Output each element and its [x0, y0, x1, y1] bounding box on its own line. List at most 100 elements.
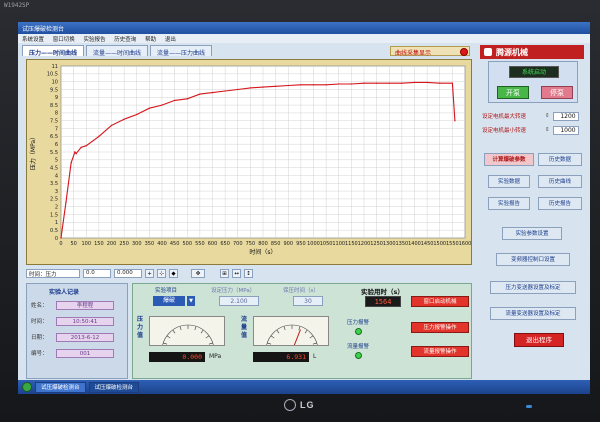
x-tick-label: 900 [283, 241, 293, 247]
taskbar-item-active[interactable]: 试压爆破检测台 [88, 381, 140, 393]
gauge-tick [166, 335, 171, 339]
experiment-report-button[interactable]: 实验报告 [488, 197, 530, 210]
y-tick-label: 1.5 [50, 212, 58, 218]
inverter-port-settings-button[interactable]: 变频器控制口设置 [496, 253, 570, 266]
gauge-tick [267, 342, 272, 345]
flow-transmitter-calibration-button[interactable]: 流量变送器设置及标定 [490, 307, 576, 320]
stepper-icon[interactable]: ⇕ [545, 113, 550, 119]
operator-record-panel: 实验人记录 姓名： 李程程 时间： 10:50:41 日期： 2013-6-12… [26, 283, 128, 379]
experiment-settings-button[interactable]: 实验参数设置 [502, 227, 562, 240]
cursor-channel-field[interactable]: 时间：压力 [26, 268, 80, 278]
flow-alarm-led [355, 352, 362, 359]
project-select[interactable]: 爆破 [153, 296, 185, 306]
pressure-readout: 0.000 [149, 352, 205, 362]
hold-time-input[interactable]: 30 [293, 296, 323, 306]
pressure-transmitter-calibration-button[interactable]: 压力变送器设置及标定 [490, 281, 576, 294]
exit-program-button[interactable]: 退出程序 [514, 333, 564, 347]
series-point [211, 91, 214, 94]
zoom-y-icon[interactable]: ↕ [244, 268, 253, 278]
monitor-frame: W1942SP 试压爆破检测台 系统设置 窗口切换 实验报告 历史查询 帮助 退… [0, 0, 600, 422]
flow-alarm-op-button[interactable]: 流量报警操作 [411, 346, 469, 357]
pressure-alarm-op-button[interactable]: 压力报警操作 [411, 322, 469, 333]
y-tick-label: 7.5 [50, 119, 58, 125]
gauge-tick [208, 342, 213, 345]
pressure-gauge: 压力值 0.000 MPa [137, 316, 237, 368]
record-title: 实验人记录 [49, 289, 80, 296]
zoom-x-icon[interactable]: ↔ [232, 268, 241, 278]
move-cursor-icon[interactable]: ⊹ [157, 268, 166, 278]
tab-flow-time[interactable]: 流量——时间曲线 [86, 45, 149, 57]
tab-flow-pressure[interactable]: 流量——压力曲线 [150, 45, 213, 57]
record-number-value: 001 [56, 348, 114, 358]
brand-logo-text: 腾源机械 [496, 47, 528, 57]
x-tick-label: 1350 [396, 241, 409, 247]
x-tick-label: 100 [81, 241, 91, 247]
y-tick-label: 10 [52, 79, 58, 85]
cursor-x-field[interactable]: 0.0 [83, 268, 111, 278]
start-machine-button[interactable]: 窗口启动机械 [411, 296, 469, 307]
min-speed-label: 设定电机最小转速 [482, 128, 527, 134]
elapsed-time-label: 实验用时（s） [361, 288, 404, 296]
taskbar-item[interactable]: 试压爆破检测台 [35, 381, 86, 393]
gauge-tick [200, 329, 204, 334]
pump-control: 系统启动 开泵 停泵 [488, 61, 578, 103]
stepper-icon[interactable]: ⇕ [545, 127, 550, 133]
y-tick-label: 3 [55, 189, 58, 195]
history-curve-button[interactable]: 历史曲线 [538, 175, 582, 188]
x-tick-label: 1200 [358, 241, 371, 247]
x-tick-label: 0 [59, 241, 62, 247]
x-tick-label: 250 [119, 241, 129, 247]
project-select-value: 爆破 [162, 297, 175, 304]
x-tick-label: 550 [195, 241, 205, 247]
history-data-button[interactable]: 历史数据 [538, 153, 582, 166]
history-report-button[interactable]: 历史报告 [538, 197, 582, 210]
series-point [65, 201, 67, 203]
pan-icon[interactable]: ✥ [191, 268, 205, 278]
start-menu-icon[interactable] [22, 382, 32, 392]
x-tick-label: 1300 [383, 241, 396, 247]
y-tick-label: 8 [55, 111, 58, 117]
x-tick-label: 1600 [459, 241, 472, 247]
pressure-time-chart: 0 50 100 150 200 250 300 350 400 450 500 550 600 650 7… [26, 59, 472, 265]
pressure-gauge-label: 压力值 [137, 316, 144, 339]
power-led [526, 405, 532, 408]
stop-pump-button[interactable]: 停泵 [541, 86, 573, 99]
cursor-lock-icon[interactable]: ◆ [169, 268, 178, 278]
x-tick-label: 1050 [320, 241, 333, 247]
cursor-y-field[interactable]: 0.000 [114, 268, 142, 278]
min-speed-input[interactable]: 1000 [552, 125, 579, 135]
series-point [451, 82, 454, 84]
series-point [350, 83, 353, 85]
set-pressure-input[interactable]: 2.100 [219, 296, 259, 306]
record-time-label: 时间： [31, 319, 48, 325]
curve-display-indicator: 曲线采集显示 [390, 46, 470, 57]
y-tick-label: 9.5 [50, 87, 58, 93]
record-time-value: 10:50:41 [56, 316, 114, 326]
series-point [363, 82, 365, 84]
y-tick-label: 10.5 [47, 72, 58, 78]
series-point [199, 93, 201, 95]
gauge-tick [205, 335, 210, 339]
gauge-tick [163, 342, 168, 345]
chevron-down-icon[interactable]: ▼ [187, 296, 195, 306]
series-point [287, 84, 289, 87]
series-point [123, 118, 125, 120]
series-point [85, 145, 87, 147]
record-number-label: 编号： [31, 351, 48, 357]
pressure-gauge-dial [149, 316, 225, 346]
series-point [338, 83, 340, 85]
crosshair-icon[interactable]: + [145, 268, 154, 278]
x-tick-label: 1000 [307, 241, 320, 247]
monitor-brand: LG [300, 400, 315, 410]
start-pump-button[interactable]: 开泵 [497, 86, 529, 99]
zoom-icon[interactable]: ⊞ [220, 268, 229, 278]
experiment-data-button[interactable]: 实验数据 [488, 175, 530, 188]
calc-burst-params-button[interactable]: 计算爆破参数 [484, 153, 534, 166]
max-speed-input[interactable]: 1200 [552, 111, 579, 121]
tab-pressure-time[interactable]: 压力——时间曲线 [22, 45, 85, 57]
x-tick-label: 1250 [370, 241, 383, 247]
series-point [74, 151, 76, 153]
control-panel: 系统启动 开泵 停泵 设定电机最大转速 ⇕ 1200 设定电机最小转速 ⇕ 10… [480, 61, 586, 379]
series-point [70, 162, 72, 164]
x-tick-label: 700 [233, 241, 243, 247]
